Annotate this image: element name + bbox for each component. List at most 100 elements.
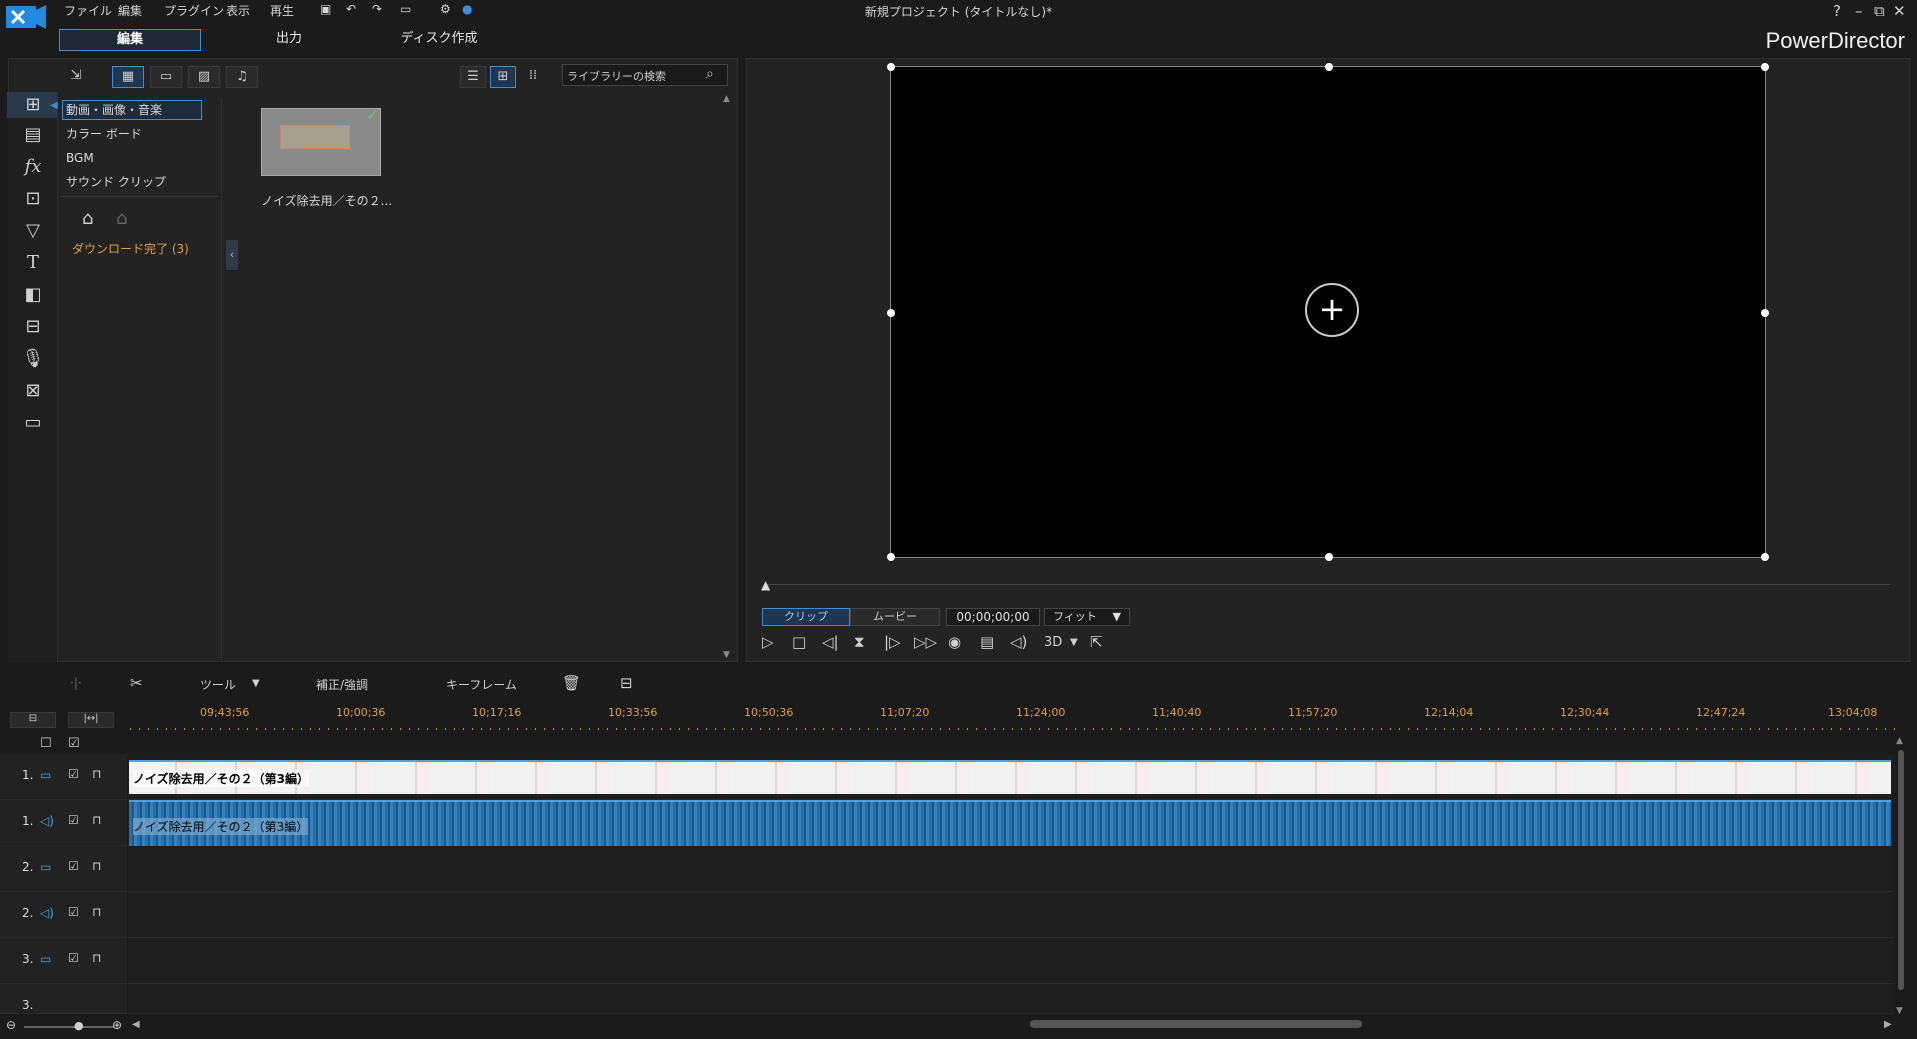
collapse-panel-icon[interactable]: ‹ [226,240,238,270]
remove-tag-icon[interactable]: ⌂ [116,208,127,229]
lock-icon[interactable]: ⊓ [92,813,101,827]
import-icon[interactable]: ⇲ [60,66,92,88]
split-icon[interactable]: ⧗ [854,633,865,651]
zoom-in-icon[interactable]: ⊕ [112,1018,122,1032]
track-lane[interactable] [128,984,1893,1014]
video-clip[interactable]: ノイズ除去用／その２（第3編） [129,760,1891,794]
fast-forward-icon[interactable]: ▷▷ [914,633,937,651]
filter-all-media[interactable]: ▦ [112,66,144,88]
fix-enhance-button[interactable]: 補正/強調 [316,676,368,693]
lock-icon[interactable]: ⊓ [92,859,101,873]
fit-timeline-icon[interactable]: |↔| [68,712,114,728]
restore-icon[interactable]: ⧉ [1874,2,1885,20]
filter-image[interactable]: ▨ [188,66,220,88]
ruler-tick: 10;00;36 [336,706,386,719]
title-room-icon[interactable]: T [16,250,50,276]
cut-icon[interactable]: ✂ [130,674,143,692]
keyframe-button[interactable]: キーフレーム [446,676,517,693]
scroll-right-icon[interactable]: ▶ [1884,1019,1892,1030]
track-lane[interactable] [128,892,1893,938]
voice-record-icon[interactable]: 🎙 [16,346,50,372]
next-frame-icon[interactable]: |▷ [884,633,901,651]
tree-item-color-board[interactable]: カラー ボード [66,124,142,144]
stop-icon[interactable]: □ [792,633,806,651]
ruler-tick: 10;17;16 [472,706,522,719]
lock-icon[interactable]: ⊓ [92,767,101,781]
track-enable-checkbox[interactable]: ☑ [68,767,79,781]
lock-icon[interactable]: ⊓ [92,951,101,965]
tab-edit[interactable]: 編集 [59,29,201,51]
move-rotate-icon[interactable]: + [1305,283,1359,337]
download-complete-tag[interactable]: ダウンロード完了 (3) [72,240,189,257]
tools-menu[interactable]: ツール [200,676,236,693]
threed-button[interactable]: 3D [1044,635,1062,650]
tools-chevron-icon[interactable]: ▼ [252,678,260,689]
snap-icon[interactable]: ·|· [70,676,82,690]
minimize-icon[interactable]: – [1855,2,1863,20]
track-enable-checkbox[interactable]: ☑ [68,859,79,873]
track-lane[interactable] [128,938,1893,984]
ruler-tick: 12;14;04 [1424,706,1474,719]
view-thumbnails[interactable]: ⊞ [490,66,516,88]
scrubber-head-icon[interactable]: ▲ [761,578,770,592]
transition-room-icon[interactable]: ◧ [16,282,50,308]
timecode-display[interactable]: 00;00;00;00 [946,608,1040,626]
enable-all-checkbox[interactable]: ☑ [68,736,80,751]
chapter-room-icon[interactable]: ⊠ [16,378,50,404]
audio-mixer-icon[interactable]: ⊟ [16,314,50,340]
filter-audio[interactable]: ♫ [226,66,258,88]
undock-icon[interactable]: ⇱ [1090,633,1103,651]
rail-pointer-icon: ◀ [50,100,58,111]
pip-room-icon[interactable]: ⊡ [16,186,50,212]
template-room-icon[interactable]: ▤ [16,122,50,148]
media-thumbnail[interactable] [261,108,381,176]
track-lane[interactable] [128,846,1893,892]
library-scrollbar[interactable]: ▲ ▼ [723,94,733,660]
tree-item-sound-clip[interactable]: サウンド クリップ [66,172,166,192]
filter-video[interactable]: ▭ [150,66,182,88]
scroll-left-icon[interactable]: ◀ [132,1019,140,1030]
subtitle-icon[interactable]: ▤ [980,633,994,651]
tree-item-bgm[interactable]: BGM [66,148,94,168]
view-details[interactable]: ☰ [460,66,486,88]
volume-icon[interactable]: ◁) [1010,633,1027,651]
prev-frame-icon[interactable]: ◁| [822,633,839,651]
track-header-video-3: 3. ▭ ☑ ⊓ [0,938,127,984]
search-icon[interactable]: ⌕ [706,66,714,82]
snapshot-icon[interactable]: ◉ [948,633,961,651]
clip-mode-button[interactable]: クリップ [762,608,850,626]
zoom-slider[interactable] [24,1026,114,1028]
play-icon[interactable]: ▷ [762,633,774,651]
track-enable-checkbox[interactable]: ☑ [68,951,79,965]
subtitle-room-icon[interactable]: ▭ [16,410,50,436]
preview-canvas[interactable]: + [887,63,1769,561]
zoom-out-icon[interactable]: ⊖ [6,1018,16,1032]
track-enable-checkbox[interactable]: ☑ [68,813,79,827]
add-tag-icon[interactable]: ⌂ [82,208,93,229]
timeline-vertical-scrollbar[interactable]: ▲ ▼ [1896,736,1906,1016]
preview-scrubber[interactable] [766,584,1890,585]
tree-item-media[interactable]: 動画・画像・音楽 [66,100,162,120]
zoom-fit-select[interactable]: フィット ▼ [1044,608,1130,626]
track-enable-checkbox[interactable]: ☑ [68,905,79,919]
timeline-horizontal-scrollbar[interactable] [1030,1020,1362,1028]
marker-icon[interactable]: ⊟ [620,674,633,692]
ruler-tick: 12;47;24 [1696,706,1746,719]
tab-output[interactable]: 出力 [218,29,360,51]
close-icon[interactable]: ✕ [1893,2,1906,20]
media-room-icon[interactable]: ⊞ [16,92,50,118]
tab-disc[interactable]: ディスク作成 [368,29,510,51]
select-all-checkbox[interactable]: ☐ [40,736,52,751]
track-manager-icon[interactable]: ⊟ [10,712,56,728]
effect-room-icon[interactable]: fx [16,154,50,180]
library-search-input[interactable]: ライブラリーの検索 [562,64,728,86]
view-grid-menu[interactable]: ⁞⁞ [520,66,546,88]
particle-room-icon[interactable]: ▽ [16,218,50,244]
movie-mode-button[interactable]: ムービー [850,608,940,626]
help-icon[interactable]: ? [1833,2,1841,20]
zoom-slider-thumb-icon[interactable]: ● [74,1019,84,1032]
audio-clip[interactable]: ノイズ除去用／その２（第3編） [129,800,1891,846]
lock-icon[interactable]: ⊓ [92,905,101,919]
delete-icon[interactable]: 🗑 [562,674,581,692]
threed-dropdown-icon[interactable]: ▼ [1070,637,1078,648]
